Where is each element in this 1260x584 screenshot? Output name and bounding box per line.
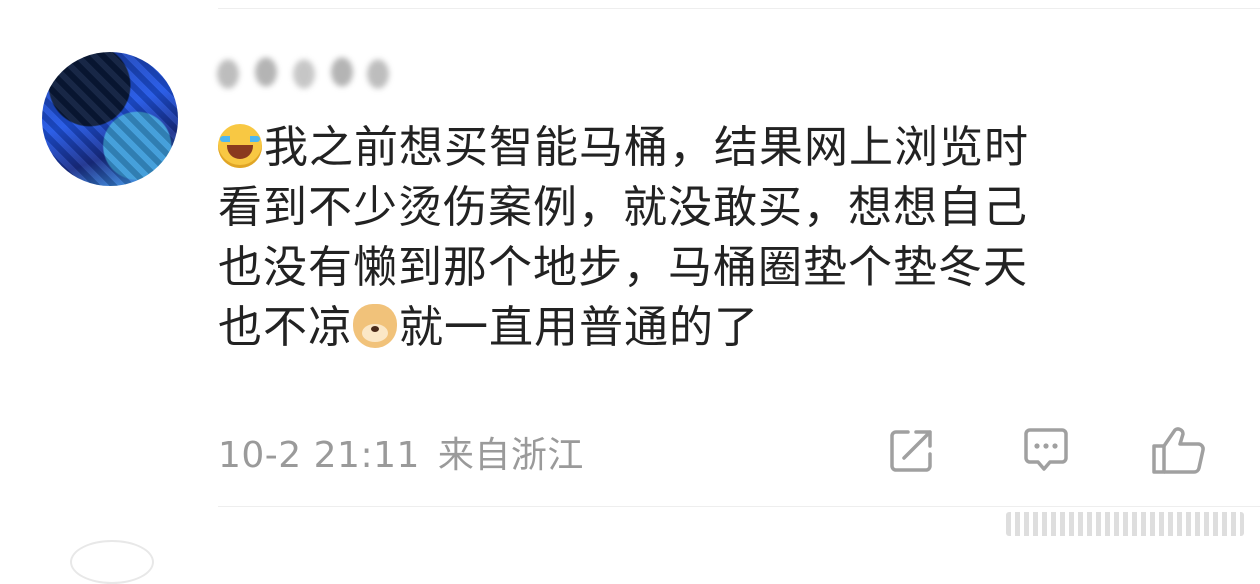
comment-meta: 10-2 21:11 来自浙江 — [218, 426, 602, 478]
comment-text-line-2: 看到不少烫伤案例，就没敢买，想想自己 — [218, 182, 1028, 233]
doge-emoji-icon — [353, 304, 397, 348]
share-icon[interactable] — [886, 424, 938, 476]
next-comment-avatar-peek — [70, 540, 154, 584]
comment-icon[interactable] — [1020, 424, 1072, 476]
like-icon[interactable] — [1150, 424, 1208, 476]
timestamp: 10-2 21:11 — [218, 435, 420, 476]
comment-text-line-4a: 也不凉 — [218, 302, 353, 353]
avatar[interactable] — [42, 52, 178, 186]
comment-text-line-3: 也没有懒到那个地步，马桶圈垫个垫冬天 — [218, 242, 1028, 293]
comment-body: 我之前想买智能马桶，结果网上浏览时 看到不少烫伤案例，就没敢买，想想自己 也没有… — [218, 118, 1208, 358]
location: 来自浙江 — [437, 435, 584, 476]
comment-text-line-4b: 就一直用普通的了 — [399, 302, 759, 353]
laughing-tears-emoji-icon — [218, 124, 262, 168]
top-divider — [218, 8, 1260, 9]
bottom-divider — [218, 506, 1260, 507]
comment-text-line-1: 我之前想买智能马桶，结果网上浏览时 — [264, 122, 1029, 173]
username-blurred[interactable] — [204, 44, 400, 100]
watermark-barcode — [1006, 512, 1244, 536]
